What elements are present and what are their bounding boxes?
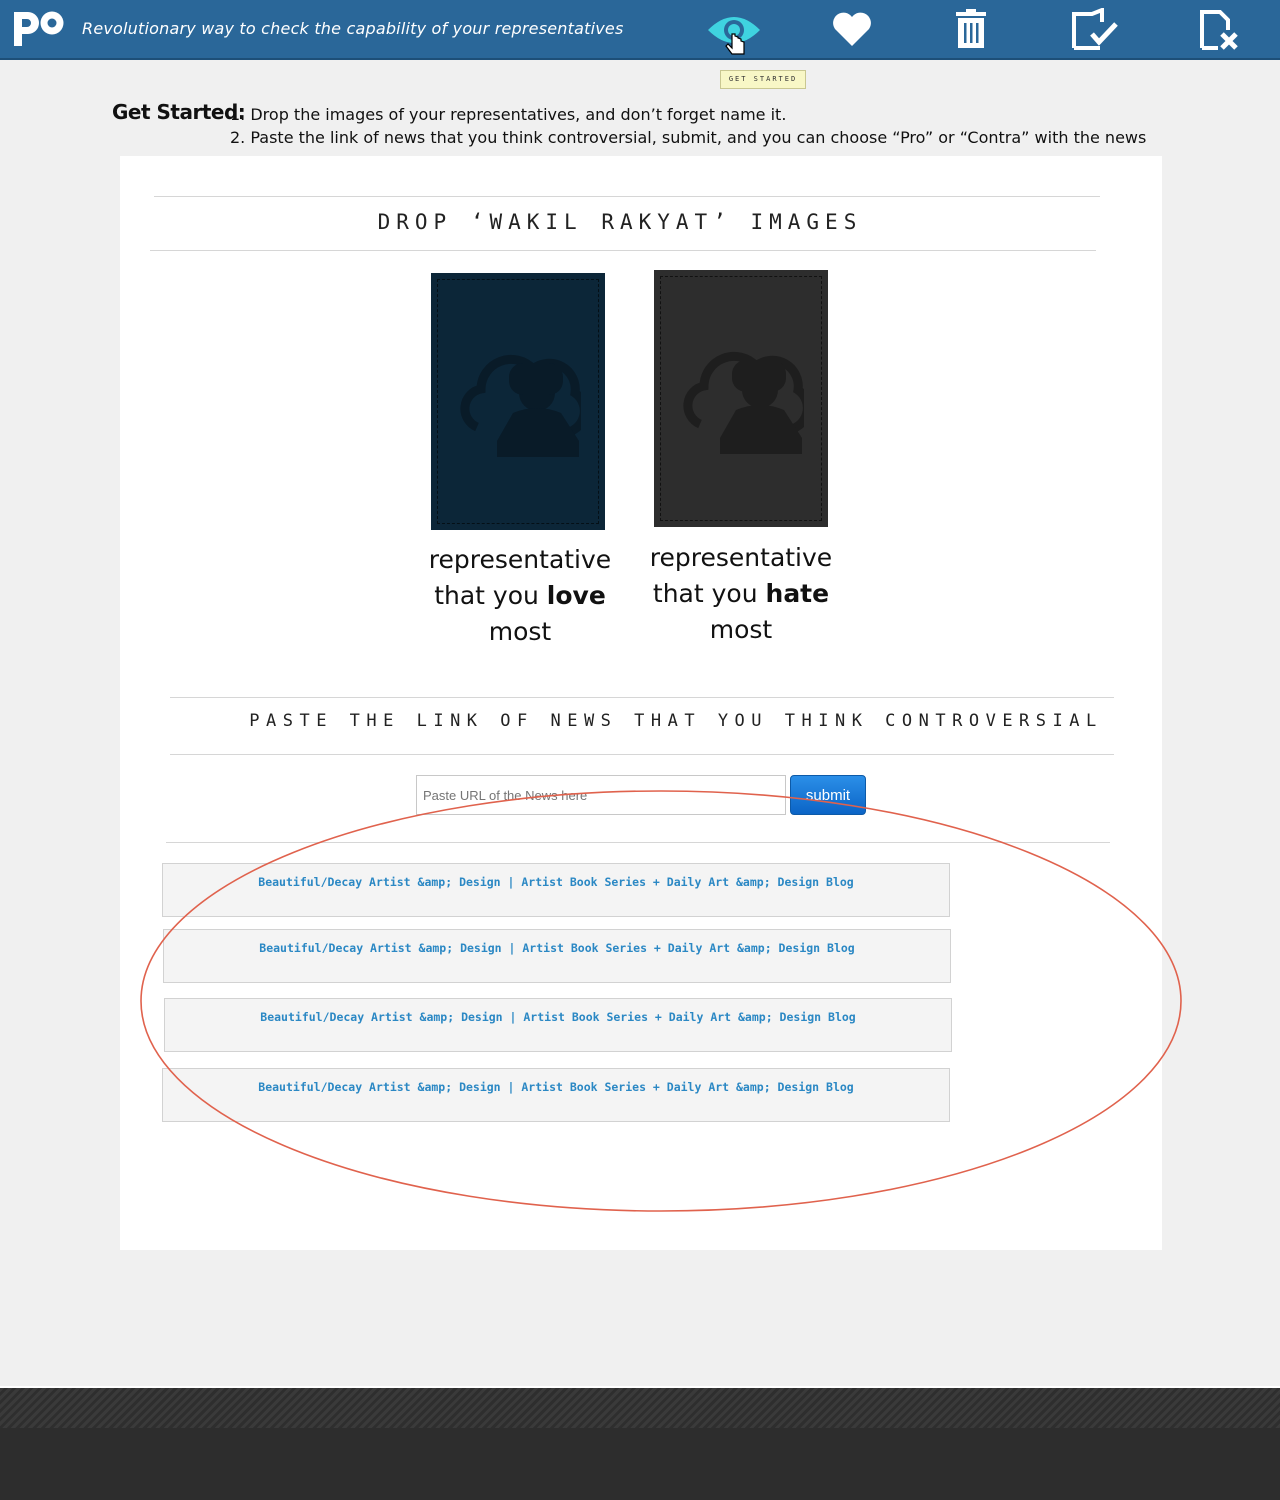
divider xyxy=(150,250,1096,251)
get-started-tooltip: GET STARTED xyxy=(720,70,806,89)
divider xyxy=(166,842,1110,843)
instruction-step-2: 2. Paste the link of news that you think… xyxy=(230,128,1147,147)
tagline: Revolutionary way to check the capabilit… xyxy=(82,19,624,38)
page-check-icon[interactable] xyxy=(1070,7,1118,52)
divider xyxy=(154,196,1100,197)
footer-stripe xyxy=(0,1386,1280,1428)
love-image-dropzone[interactable] xyxy=(431,273,605,530)
love-dropzone-label: representative that you love most xyxy=(428,545,612,646)
footer xyxy=(0,1428,1280,1500)
cloud-person-icon xyxy=(683,351,804,454)
news-list-item[interactable]: Beautiful/Decay Artist &amp; Design | Ar… xyxy=(163,929,951,983)
cloud-person-icon xyxy=(460,354,581,457)
news-section-title: PASTE THE LINK OF NEWS THAT YOU THINK CO… xyxy=(249,711,1103,731)
page-close-icon[interactable] xyxy=(1198,8,1244,52)
get-started-title: Get Started: xyxy=(112,100,246,124)
submit-button[interactable]: submit xyxy=(790,775,866,815)
divider xyxy=(170,754,1114,755)
hate-dropzone-label: representative that you hate most xyxy=(649,543,833,644)
drop-section-title: DROP ‘WAKIL RAKYAT’ IMAGES xyxy=(377,210,863,234)
eye-icon[interactable] xyxy=(706,8,760,55)
divider xyxy=(170,697,1114,698)
instruction-step-1: 1. Drop the images of your representativ… xyxy=(230,105,787,124)
trash-icon[interactable] xyxy=(952,8,998,52)
top-bar: Revolutionary way to check the capabilit… xyxy=(0,0,1280,60)
logo[interactable] xyxy=(12,6,66,48)
main-panel: DROP ‘WAKIL RAKYAT’ IMAGES representativ… xyxy=(120,156,1162,1250)
news-list-item[interactable]: Beautiful/Decay Artist &amp; Design | Ar… xyxy=(164,998,952,1052)
news-url-input[interactable] xyxy=(416,775,786,815)
hate-image-dropzone[interactable] xyxy=(654,270,828,527)
heart-icon[interactable] xyxy=(830,8,876,52)
news-list-item[interactable]: Beautiful/Decay Artist &amp; Design | Ar… xyxy=(162,863,950,917)
news-list-item[interactable]: Beautiful/Decay Artist &amp; Design | Ar… xyxy=(162,1068,950,1122)
